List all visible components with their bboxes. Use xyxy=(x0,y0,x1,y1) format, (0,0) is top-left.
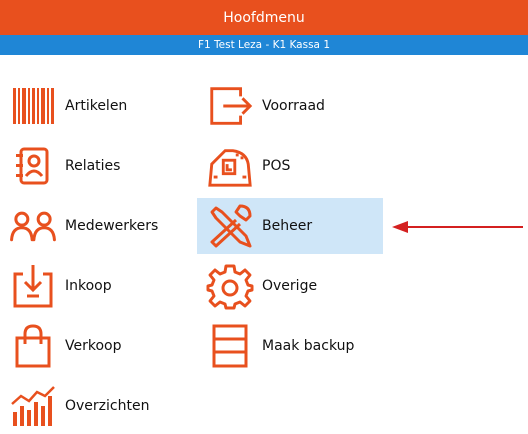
menu-item-label: Relaties xyxy=(65,158,121,174)
menu-item-overzichten[interactable]: Overzichten xyxy=(0,378,186,434)
menu-item-label: Overzichten xyxy=(65,398,150,414)
window-title: Hoofdmenu xyxy=(0,0,528,35)
backup-icon xyxy=(206,322,254,370)
chart-icon xyxy=(9,382,57,430)
menu-item-label: Artikelen xyxy=(65,98,128,114)
menu-item-label: Overige xyxy=(262,278,318,294)
menu-item-label: Beheer xyxy=(262,218,313,234)
cash-register-icon xyxy=(206,142,254,190)
menu-item-label: Medewerkers xyxy=(65,218,159,234)
menu-item-label: Maak backup xyxy=(262,338,355,354)
menu-item-artikelen[interactable]: Artikelen xyxy=(0,78,186,134)
pointer-arrow xyxy=(392,221,523,233)
menu-item-label: Verkoop xyxy=(65,338,122,354)
tools-icon xyxy=(206,202,254,250)
menu-item-maak-backup[interactable]: Maak backup xyxy=(197,318,383,374)
stock-export-icon xyxy=(206,82,254,130)
menu-item-overige[interactable]: Overige xyxy=(197,258,383,314)
menu-item-inkoop[interactable]: Inkoop xyxy=(0,258,186,314)
menu-item-medewerkers[interactable]: Medewerkers xyxy=(0,198,186,254)
menu-item-relaties[interactable]: Relaties xyxy=(0,138,186,194)
barcode-icon xyxy=(9,82,57,130)
contact-book-icon xyxy=(9,142,57,190)
shopping-bag-icon xyxy=(9,322,57,370)
gear-icon xyxy=(206,262,254,310)
menu-item-label: Voorraad xyxy=(262,98,325,114)
menu-item-voorraad[interactable]: Voorraad xyxy=(197,78,383,134)
menu-item-label: Inkoop xyxy=(65,278,112,294)
menu-item-label: POS xyxy=(262,158,291,174)
inbox-download-icon xyxy=(9,262,57,310)
menu-item-beheer[interactable]: Beheer xyxy=(197,198,383,254)
session-subtitle: F1 Test Leza - K1 Kassa 1 xyxy=(0,35,528,55)
menu-item-pos[interactable]: POS xyxy=(197,138,383,194)
menu-item-verkoop[interactable]: Verkoop xyxy=(0,318,186,374)
people-icon xyxy=(9,202,57,250)
